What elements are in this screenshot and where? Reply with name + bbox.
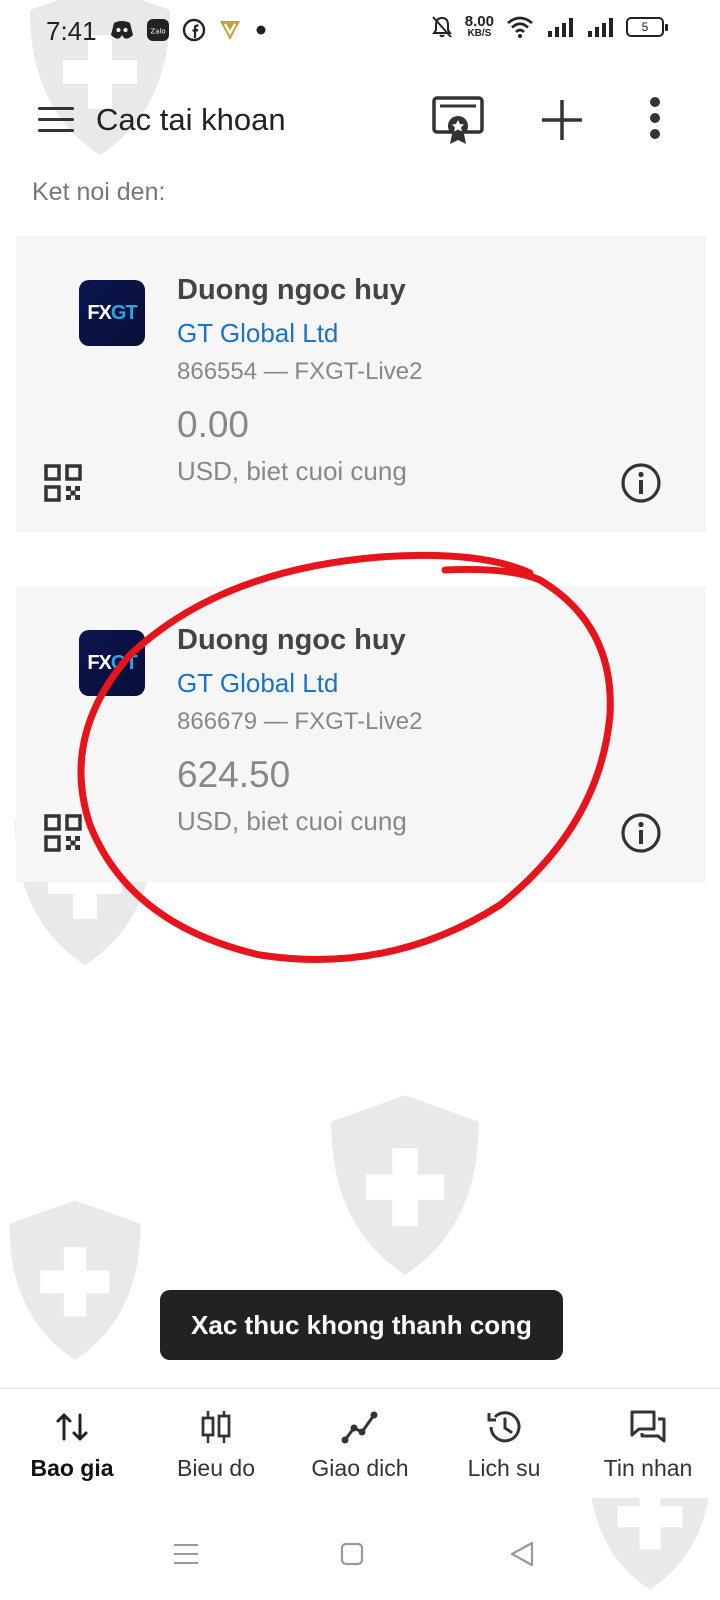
bottom-navigation: Bao gia Bieu do Giao dich Lich su Tin nh…: [0, 1388, 720, 1498]
recent-apps-icon[interactable]: [170, 1538, 202, 1570]
info-icon[interactable]: [620, 812, 662, 854]
broker-name: GT Global Ltd: [177, 668, 339, 698]
add-account-button[interactable]: [534, 92, 590, 148]
quotes-icon: [56, 1413, 88, 1441]
home-icon[interactable]: [336, 1538, 368, 1570]
status-bar: 7:41 Zalo 8.00 KB/S 5: [0, 0, 720, 64]
shield-watermark: [9, 1200, 141, 1360]
shield-watermark: [331, 1095, 479, 1275]
broker-name: GT Global Ltd: [177, 318, 339, 348]
zalo-icon: Zalo: [147, 19, 169, 41]
svg-text:Zalo: Zalo: [150, 28, 165, 36]
nav-label: Giao dich: [311, 1455, 409, 1481]
account-card[interactable]: FX GT Duong ngoc huy GT Global Ltd 866554…: [16, 236, 706, 532]
network-speed-unit: KB/S: [467, 28, 492, 39]
account-name: Duong ngoc huy: [177, 274, 406, 306]
connected-to-label: Ket noi den:: [32, 178, 166, 206]
network-speed: 8.00 KB/S: [465, 14, 494, 39]
nav-label: Bieu do: [176, 1455, 255, 1481]
balance-currency-note: USD, biet cuoi cung: [177, 456, 407, 486]
account-name: Duong ngoc huy: [177, 624, 406, 656]
mute-bell-icon: [431, 15, 452, 38]
back-icon[interactable]: [506, 1538, 538, 1570]
notification-icons: Zalo: [110, 18, 268, 42]
nav-label: Bao gia: [30, 1455, 114, 1481]
dot-icon: [256, 25, 266, 35]
vpn-icon: [220, 21, 240, 40]
nav-label: Lich su: [467, 1455, 541, 1481]
wifi-icon: [507, 16, 533, 38]
status-time: 7:41: [46, 16, 97, 46]
menu-button[interactable]: [34, 102, 74, 138]
signal-icon: [548, 17, 573, 37]
account-balance: 624.50: [177, 754, 291, 795]
qr-code-icon[interactable]: [44, 814, 82, 852]
signal-icon: [588, 17, 613, 37]
nav-quotes[interactable]: Bao gia: [0, 1389, 144, 1498]
nav-chart[interactable]: Bieu do: [144, 1389, 288, 1498]
system-status-icons: 8.00 KB/S 5: [431, 14, 668, 39]
battery-level: 5: [641, 19, 649, 34]
discord-icon: [111, 21, 133, 39]
nav-label: Tin nhan: [603, 1455, 693, 1481]
balance-currency-note: USD, biet cuoi cung: [177, 806, 407, 836]
nav-history[interactable]: Lich su: [432, 1389, 576, 1498]
info-icon[interactable]: [620, 462, 662, 504]
chart-icon: [201, 1411, 231, 1443]
network-speed-value: 8.00: [464, 13, 494, 30]
account-balance: 0.00: [177, 404, 250, 445]
account-number: 866679 — FXGT-Live2: [177, 708, 423, 735]
more-options-icon[interactable]: [640, 92, 696, 148]
certificate-icon[interactable]: [430, 92, 486, 148]
system-navigation: [0, 1510, 720, 1600]
fxgt-logo: FX GT: [79, 280, 145, 346]
trade-icon: [341, 1411, 378, 1444]
account-card[interactable]: FX GT Duong ngoc huy GT Global Ltd 866679…: [16, 586, 706, 882]
messages-icon: [630, 1410, 666, 1443]
page-title: Cac tai khoan: [96, 102, 286, 137]
history-icon: [487, 1411, 521, 1443]
qr-code-icon[interactable]: [44, 464, 82, 502]
battery-icon: 5: [626, 16, 668, 37]
app-bar: Cac tai khoan: [0, 80, 720, 160]
account-number: 866554 — FXGT-Live2: [177, 358, 423, 385]
nav-messages[interactable]: Tin nhan: [576, 1389, 720, 1498]
toast-message: Xac thuc khong thanh cong: [160, 1290, 563, 1360]
facebook-icon: [182, 18, 206, 42]
fxgt-logo: FX GT: [79, 630, 145, 696]
nav-trade[interactable]: Giao dich: [288, 1389, 432, 1498]
